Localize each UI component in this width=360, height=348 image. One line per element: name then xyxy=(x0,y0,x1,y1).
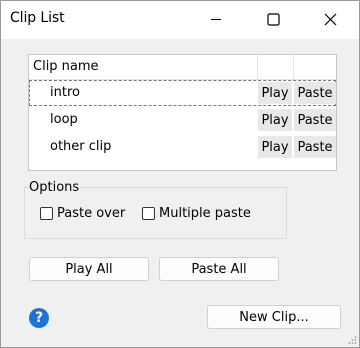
checkbox-box[interactable] xyxy=(142,207,155,220)
maximize-icon xyxy=(266,12,280,26)
paste-button[interactable]: Paste xyxy=(294,136,336,158)
resize-grip-icon[interactable] xyxy=(347,335,357,345)
clip-name: loop xyxy=(50,112,78,127)
play-button[interactable]: Play xyxy=(258,109,292,131)
window-title: Clip List xyxy=(10,10,65,26)
table-row[interactable]: intro Play Paste xyxy=(29,80,336,106)
column-header-clip-name: Clip name xyxy=(33,59,99,74)
play-all-button[interactable]: Play All xyxy=(29,257,149,281)
table-row[interactable]: loop Play Paste xyxy=(29,107,336,133)
column-divider xyxy=(257,55,258,79)
play-button[interactable]: Play xyxy=(258,136,292,158)
paste-button[interactable]: Paste xyxy=(294,109,336,131)
table-row[interactable]: other clip Play Paste xyxy=(29,134,336,160)
new-clip-button[interactable]: New Clip... xyxy=(207,305,341,329)
column-divider xyxy=(293,55,294,79)
close-icon xyxy=(324,13,336,25)
checkbox-box[interactable] xyxy=(40,207,53,220)
multiple-paste-label: Multiple paste xyxy=(159,206,251,221)
clip-list-window: Clip List Clip name intro Play Paste loo… xyxy=(0,0,360,348)
title-bar: Clip List xyxy=(1,1,359,39)
paste-over-label: Paste over xyxy=(57,206,126,221)
maximize-button[interactable] xyxy=(249,1,297,37)
options-group-label: Options xyxy=(29,180,82,195)
paste-button[interactable]: Paste xyxy=(294,82,336,104)
minimize-button[interactable] xyxy=(192,1,240,37)
clip-name: other clip xyxy=(50,139,112,154)
help-icon[interactable]: ? xyxy=(29,308,49,328)
paste-over-checkbox[interactable]: Paste over xyxy=(40,206,125,221)
clip-name: intro xyxy=(50,85,80,100)
play-button[interactable]: Play xyxy=(258,82,292,104)
clip-table[interactable]: Clip name intro Play Paste loop Play Pas… xyxy=(28,54,337,171)
paste-all-button[interactable]: Paste All xyxy=(159,257,279,281)
close-button[interactable] xyxy=(306,1,354,37)
multiple-paste-checkbox[interactable]: Multiple paste xyxy=(142,206,251,221)
minimize-icon xyxy=(211,19,221,20)
table-header: Clip name xyxy=(29,55,336,80)
